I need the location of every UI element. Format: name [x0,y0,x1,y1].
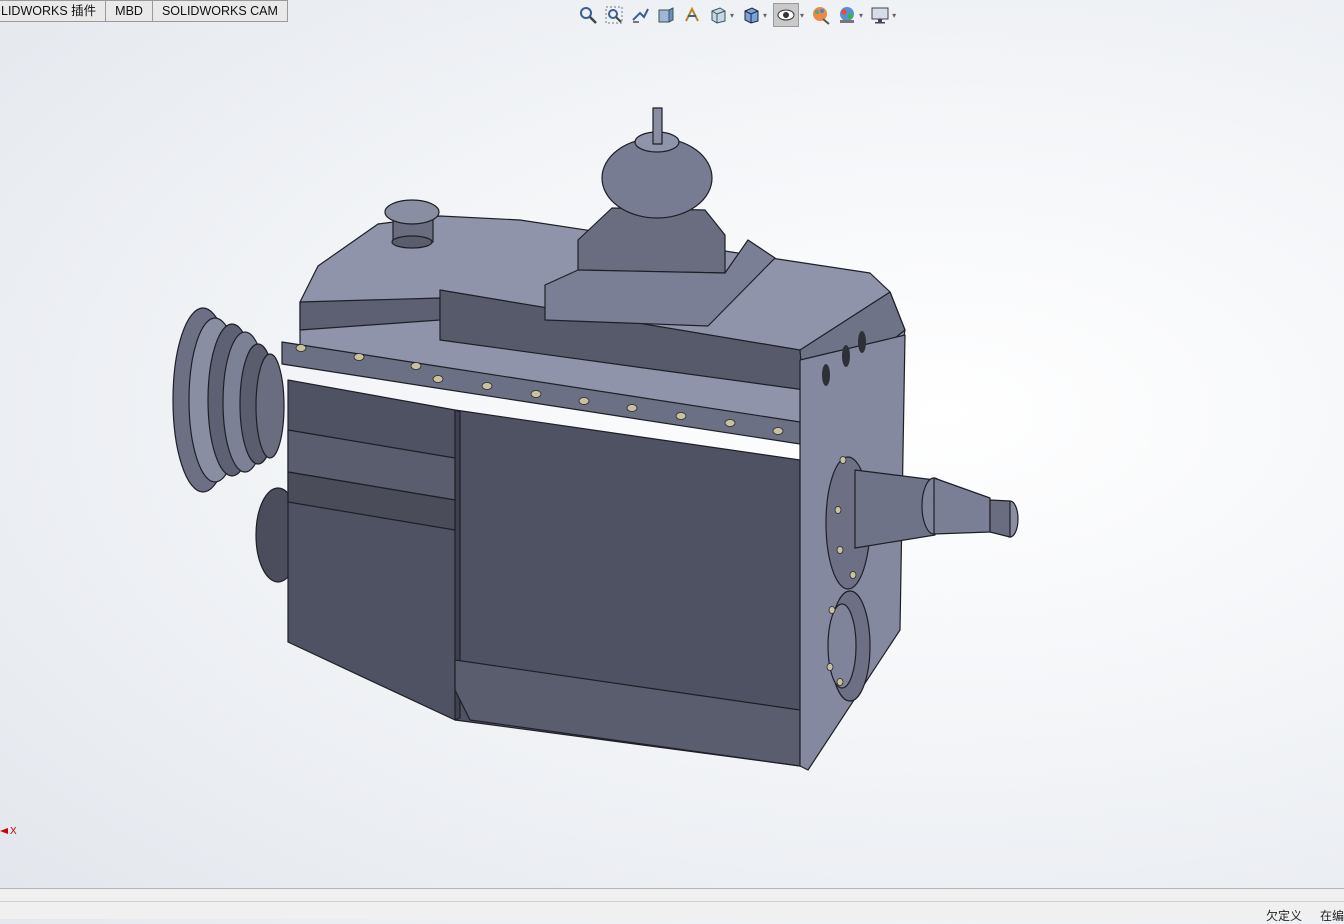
view-settings-icon[interactable] [869,4,891,26]
heads-up-view-toolbar: ▾ ▾ ▾ ▾ ▾ [577,3,898,27]
triad-x-label: X [10,826,17,837]
dynamic-annotation-views-icon[interactable] [681,4,703,26]
graphics-area[interactable] [0,30,1344,886]
tab-mbd[interactable]: MBD [106,0,153,22]
tab-solidworks-addins[interactable]: LIDWORKS 插件 [0,0,107,22]
gearbox-model[interactable] [0,30,1344,886]
view-orientation-icon[interactable] [707,4,729,26]
zoom-to-area-icon[interactable] [603,4,625,26]
hide-show-dropdown-icon[interactable]: ▾ [800,11,804,20]
zoom-to-fit-icon[interactable] [577,4,599,26]
display-style-dropdown-icon[interactable]: ▾ [763,11,767,20]
section-view-icon[interactable] [655,4,677,26]
hide-show-items-icon[interactable] [773,3,800,27]
status-bar: 欠定义 在编 [0,888,1344,923]
axis-arrow-icon [0,828,8,835]
command-manager-tabs: LIDWORKS 插件 MBD SOLIDWORKS CAM [0,0,288,22]
reference-triad: X [0,826,17,837]
status-left-text: 欠定义 [1266,909,1303,923]
apply-scene-dropdown-icon[interactable]: ▾ [859,11,863,20]
previous-view-icon[interactable] [629,4,651,26]
view-orientation-dropdown-icon[interactable]: ▾ [730,11,734,20]
view-settings-dropdown-icon[interactable]: ▾ [892,11,896,20]
status-right-text: 在编 [1320,909,1344,923]
display-style-icon[interactable] [740,4,762,26]
edit-appearance-icon[interactable] [810,4,832,26]
tab-solidworks-cam[interactable]: SOLIDWORKS CAM [152,0,288,22]
pulley [172,307,285,493]
status-bar-divider [0,901,1344,902]
apply-scene-icon[interactable] [836,4,858,26]
